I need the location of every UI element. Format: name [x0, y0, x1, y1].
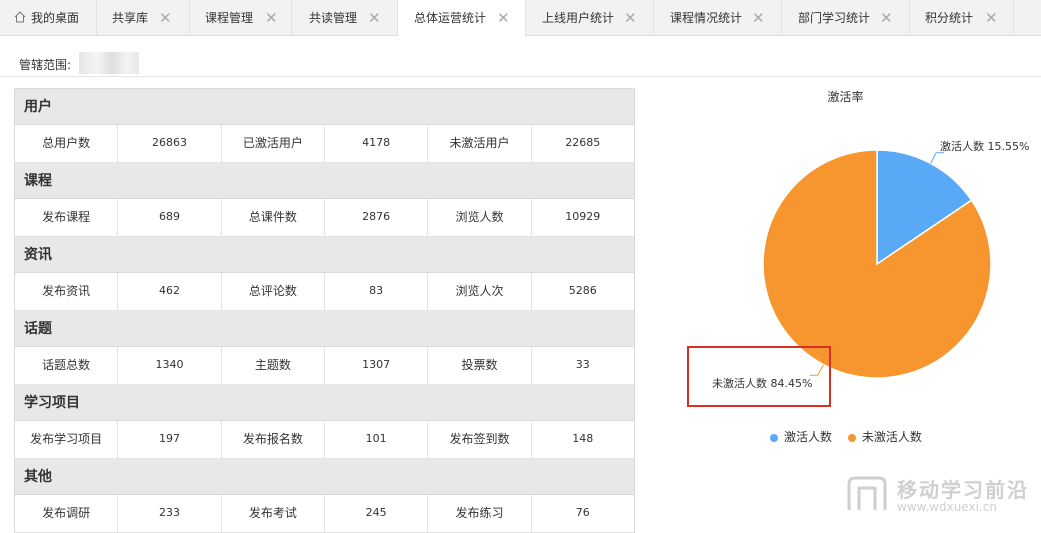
stat-value: 462 — [118, 273, 222, 310]
section-header: 课程 — [15, 163, 634, 199]
stats-row: 总用户数 26863 已激活用户 4178 未激活用户 22685 — [15, 125, 634, 163]
close-icon[interactable]: ✕ — [985, 0, 998, 36]
stat-value: 10929 — [565, 210, 601, 223]
close-icon[interactable]: ✕ — [368, 0, 381, 36]
home-icon — [14, 11, 26, 23]
stat-value: 76 — [575, 506, 590, 519]
stat-label: 投票数 — [428, 347, 532, 384]
stat-label: 发布考试 — [222, 495, 325, 532]
stats-table: 用户 总用户数 26863 已激活用户 4178 未激活用户 22685 课程 发布课程 689 总… — [14, 88, 635, 533]
stat-value: 197 — [118, 421, 222, 458]
stat-label: 未激活用户 — [428, 125, 532, 162]
scope-label: 管辖范围: — [19, 58, 72, 72]
tab-label: 课程管理 — [205, 11, 254, 25]
chart-legend: 激活人数 未激活人数 — [770, 428, 934, 445]
stat-value: 101 — [325, 421, 429, 458]
close-icon[interactable]: ✕ — [752, 0, 765, 36]
tab-my-desktop[interactable]: 我的桌面 — [0, 0, 97, 36]
close-icon[interactable]: ✕ — [497, 0, 510, 36]
stat-value: 1340 — [118, 347, 222, 384]
stat-label: 总评论数 — [222, 273, 325, 310]
stat-value: 1307 — [325, 347, 429, 384]
stat-value: 233 — [118, 495, 222, 532]
tab-points-stats[interactable]: 积分统计 ✕ — [910, 0, 1014, 36]
legend-label: 未激活人数 — [861, 430, 922, 444]
stats-row: 话题总数 1340 主题数 1307 投票数 33 — [15, 347, 634, 385]
legend-dot-icon — [847, 433, 856, 442]
tab-label: 积分统计 — [925, 11, 974, 25]
tab-label: 课程情况统计 — [670, 11, 743, 25]
stat-label: 发布签到数 — [428, 421, 532, 458]
legend-label: 激活人数 — [784, 430, 833, 444]
tab-bar: 我的桌面 共享库 ✕ 课程管理 ✕ 共读管理 ✕ 总体运营统计 ✕ 上线用户统计… — [0, 0, 1041, 37]
stat-value: 245 — [325, 495, 429, 532]
legend-item-active[interactable]: 激活人数 — [770, 428, 832, 445]
stat-label: 发布学习项目 — [15, 421, 119, 458]
section-header: 其他 — [15, 459, 634, 495]
stat-value: 148 — [572, 432, 594, 445]
tab-label: 部门学习统计 — [798, 11, 871, 25]
stats-row: 发布课程 689 总课件数 2876 浏览人数 10929 — [15, 199, 634, 237]
section-header: 学习项目 — [15, 385, 634, 421]
stat-value: 26863 — [118, 125, 222, 162]
chart-title: 激活率 — [827, 90, 864, 104]
tab-label: 共享库 — [112, 11, 149, 25]
stat-label: 已激活用户 — [222, 125, 325, 162]
tab-department-learning-stats[interactable]: 部门学习统计 ✕ — [782, 0, 910, 36]
stat-label: 总课件数 — [222, 199, 325, 236]
stats-row: 发布学习项目 197 发布报名数 101 发布签到数 148 — [15, 421, 634, 459]
tab-label: 我的桌面 — [31, 11, 80, 25]
stat-label: 总用户数 — [15, 125, 119, 162]
scope-value-blurred — [79, 52, 139, 74]
watermark-logo-icon — [847, 476, 887, 510]
stat-label: 发布报名数 — [222, 421, 325, 458]
tab-overall-operation-stats[interactable]: 总体运营统计 ✕ — [398, 0, 526, 37]
close-icon[interactable]: ✕ — [265, 0, 278, 36]
legend-dot-icon — [770, 433, 778, 442]
section-header: 资讯 — [15, 237, 634, 273]
watermark: 移动学习前沿 www.wdxuexi.cn — [845, 472, 1035, 516]
stat-label: 浏览人数 — [428, 199, 532, 236]
stat-label: 发布课程 — [15, 199, 119, 236]
stat-label: 主题数 — [222, 347, 325, 384]
stats-row: 发布资讯 462 总评论数 83 浏览人次 5286 — [15, 273, 634, 311]
watermark-url: www.wdxuexi.cn — [897, 500, 997, 514]
close-icon[interactable]: ✕ — [159, 0, 172, 36]
tab-reading-management[interactable]: 共读管理 ✕ — [292, 0, 398, 36]
legend-item-inactive[interactable]: 未激活人数 — [847, 428, 922, 445]
tab-label: 共读管理 — [309, 11, 358, 25]
watermark-title: 移动学习前沿 — [897, 478, 1029, 502]
stat-value: 83 — [325, 273, 429, 310]
tab-course-stats[interactable]: 课程情况统计 ✕ — [654, 0, 782, 36]
stat-value: 33 — [575, 358, 590, 371]
tab-shared-library[interactable]: 共享库 ✕ — [97, 0, 190, 36]
tab-course-management[interactable]: 课程管理 ✕ — [190, 0, 292, 36]
section-header: 用户 — [15, 89, 634, 125]
tab-label: 上线用户统计 — [542, 11, 615, 25]
stat-label: 发布资讯 — [15, 273, 119, 310]
stat-label: 话题总数 — [15, 347, 119, 384]
tab-online-user-stats[interactable]: 上线用户统计 ✕ — [526, 0, 654, 36]
stat-value: 689 — [118, 199, 222, 236]
stat-label: 浏览人次 — [428, 273, 532, 310]
close-icon[interactable]: ✕ — [880, 0, 893, 36]
tab-label: 总体运营统计 — [414, 11, 487, 25]
highlight-box — [687, 346, 831, 407]
stat-value: 4178 — [325, 125, 429, 162]
stat-value: 5286 — [568, 284, 597, 297]
slice-label-active: 激活人数 15.55% — [940, 140, 1030, 153]
stat-label: 发布练习 — [428, 495, 532, 532]
stat-label: 发布调研 — [15, 495, 119, 532]
section-header: 话题 — [15, 311, 634, 347]
divider — [0, 76, 1041, 77]
stat-value: 22685 — [565, 136, 601, 149]
stats-row: 发布调研 233 发布考试 245 发布练习 76 — [15, 495, 634, 533]
close-icon[interactable]: ✕ — [624, 0, 637, 36]
stat-value: 2876 — [325, 199, 429, 236]
